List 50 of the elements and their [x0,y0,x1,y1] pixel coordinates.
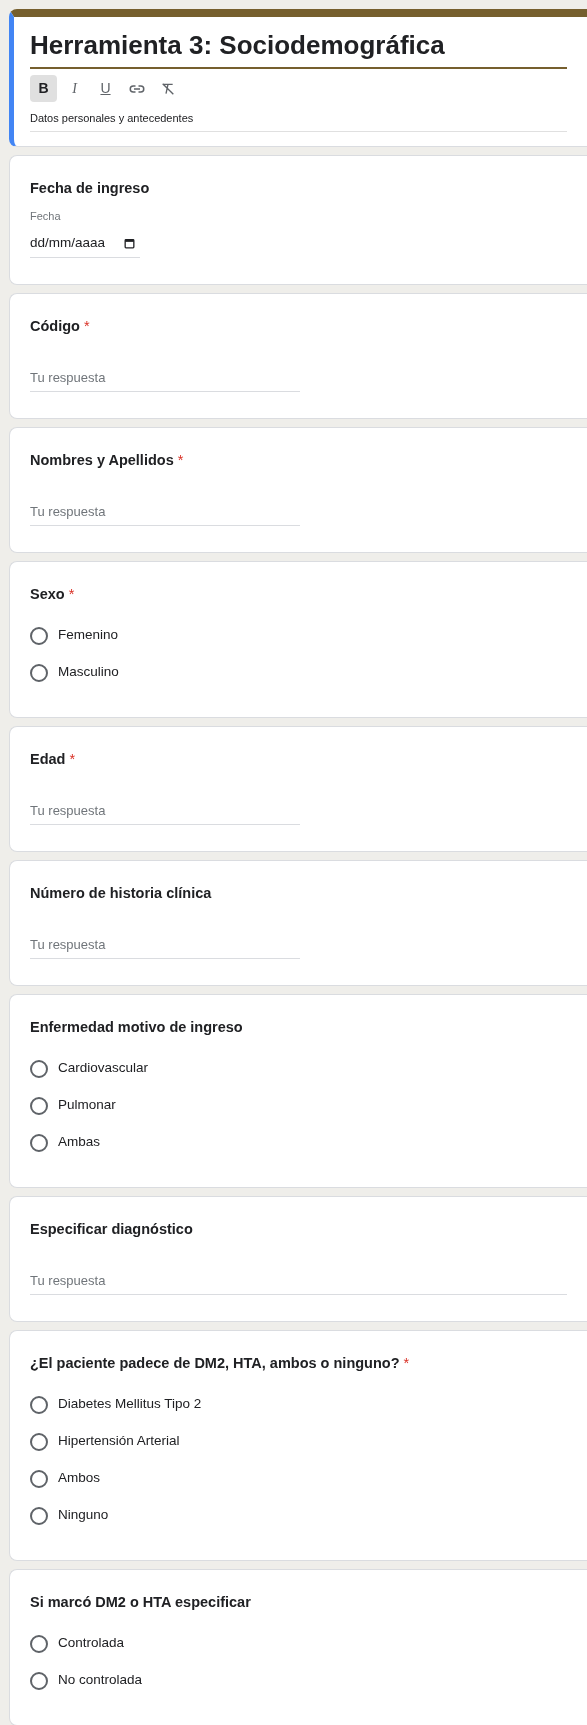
radio-button[interactable] [30,1634,48,1653]
question-title: Enfermedad motivo de ingreso [30,1018,244,1037]
radio-button[interactable] [30,1671,48,1690]
option-label[interactable]: Cardiovascular [58,1058,149,1079]
question-title: Sexo * [30,585,76,604]
question-title: Código * [30,317,91,336]
question-title: Número de historia clínica [30,884,213,903]
answer-field[interactable]: Tu respuesta [30,364,300,392]
radio-button[interactable] [30,626,48,645]
radio-button[interactable] [30,1096,48,1115]
answer-field[interactable]: Tu respuesta [30,797,300,825]
answer-field[interactable]: Tu respuesta [30,498,300,526]
option-label[interactable]: Pulmonar [58,1095,116,1116]
required-mark: * [403,1355,410,1371]
option-label[interactable]: Controlada [58,1633,125,1654]
form-title[interactable]: Herramienta 3: Sociodemográfica [30,27,567,69]
italic-button[interactable]: I [61,75,88,102]
question-title: Nombres y Apellidos * [30,451,185,470]
option-label[interactable]: Hipertensión Arterial [58,1431,180,1452]
required-mark: * [68,586,75,602]
option-label[interactable]: Femenino [58,625,119,646]
answer-field[interactable]: Tu respuesta [30,931,300,959]
form-description[interactable]: Datos personales y antecedentes [30,110,567,132]
required-mark: * [177,452,184,468]
question-title: ¿El paciente padece de DM2, HTA, ambos o ninguno? * [30,1354,411,1373]
radio-button[interactable] [30,1469,48,1488]
answer-field[interactable]: Tu respuesta [30,1267,567,1295]
date-field[interactable]: dd/mm/aaaa [30,230,141,258]
radio-button[interactable] [30,1506,48,1525]
question-title: Edad * [30,750,77,769]
option-label[interactable]: Masculino [58,662,119,683]
question-title: Fecha de ingreso [30,178,151,198]
radio-button[interactable] [30,1059,48,1078]
required-mark: * [83,318,90,334]
option-label[interactable]: Ambas [58,1132,101,1153]
question-title: Especificar diagnóstico [30,1220,194,1239]
radio-button[interactable] [30,1432,48,1451]
bold-button[interactable]: B [30,75,57,102]
radio-button[interactable] [30,663,48,682]
question-title: Si marcó DM2 o HTA especificar [30,1593,252,1612]
option-label[interactable]: No controlada [58,1670,143,1691]
calendar-icon [123,237,137,250]
option-label[interactable]: Ninguno [58,1505,109,1526]
radio-button[interactable] [30,1133,48,1152]
option-label[interactable]: Ambos [58,1468,101,1489]
required-mark: * [69,751,76,767]
option-label[interactable]: Diabetes Mellitus Tipo 2 [58,1394,202,1415]
underline-button[interactable]: U [92,75,119,102]
field-label: Fecha [30,208,62,224]
radio-button[interactable] [30,1395,48,1414]
